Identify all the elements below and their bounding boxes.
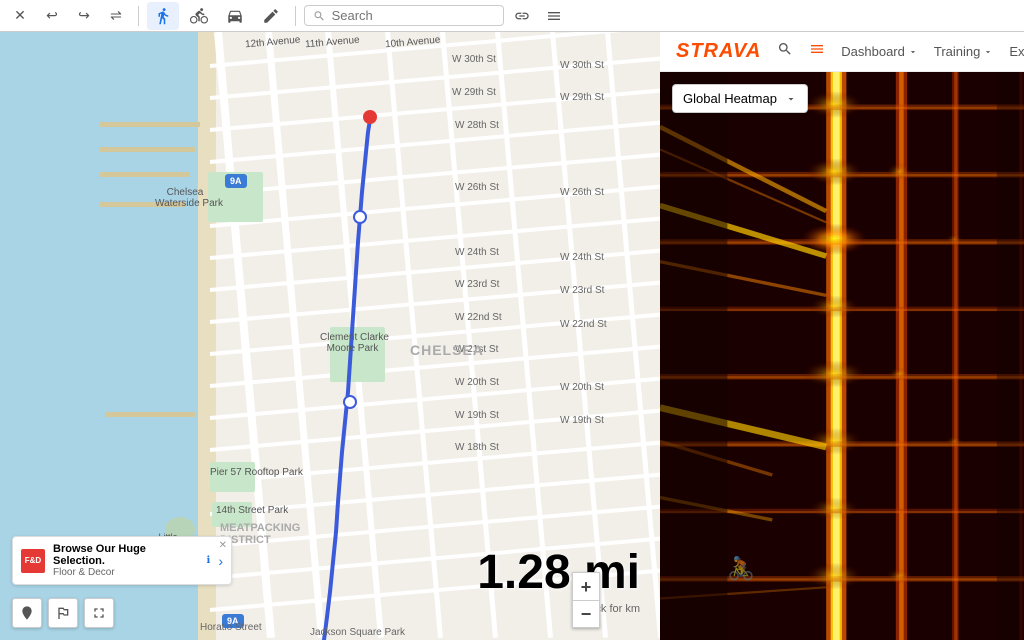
strava-heatmap[interactable]: 🚴 Global Heatmap + − <box>660 72 1024 640</box>
terrain-button[interactable] <box>48 598 78 628</box>
strava-dashboard-link[interactable]: Dashboard <box>841 44 918 59</box>
strava-menu-icon[interactable] <box>809 41 825 62</box>
strava-explore-link[interactable]: Explo... <box>1009 44 1024 59</box>
street-view-button[interactable] <box>12 598 42 628</box>
heatmap-dropdown[interactable]: Global Heatmap <box>672 84 808 113</box>
swap-button[interactable]: ⇌ <box>102 2 130 30</box>
ad-text: Browse Our Huge Selection. Floor & Decor <box>53 543 199 578</box>
ad-info-icon[interactable]: ℹ <box>207 555 211 566</box>
ad-banner: ✕ F&D Browse Our Huge Selection. Floor &… <box>12 536 232 585</box>
ad-arrow[interactable]: › <box>218 553 223 569</box>
draw-mode-button[interactable] <box>255 2 287 30</box>
search-icon <box>313 9 326 23</box>
heatmap-title: Global Heatmap <box>683 91 777 106</box>
ad-close-button[interactable]: ✕ <box>219 540 227 551</box>
walk-mode-button[interactable] <box>147 2 179 30</box>
strava-search-icon[interactable] <box>777 41 793 62</box>
link-button[interactable] <box>508 2 536 30</box>
main-content: W 30th St W 29th St W 28th St W 26th St … <box>0 32 1024 640</box>
strava-panel: STRAVA Dashboard Training Explo... <box>660 32 1024 640</box>
fullscreen-button[interactable] <box>84 598 114 628</box>
car-mode-button[interactable] <box>219 2 251 30</box>
menu-button[interactable] <box>540 2 568 30</box>
map-zoom-out-button[interactable]: − <box>572 600 600 628</box>
map-bottom-controls <box>12 598 114 628</box>
highway-shield-9a-2: 9A <box>222 614 244 628</box>
highway-shield-9a-1: 9A <box>225 174 247 188</box>
map-panel[interactable]: W 30th St W 29th St W 28th St W 26th St … <box>0 32 660 640</box>
heatmap-visualization: 🚴 <box>660 72 1024 640</box>
heatmap-chevron-icon <box>785 93 797 105</box>
map-zoom-controls: + − <box>572 572 600 628</box>
close-button[interactable]: ✕ <box>6 2 34 30</box>
distance-display: 1.28 mi <box>477 545 640 600</box>
ad-subtitle: Floor & Decor <box>53 567 199 578</box>
redo-button[interactable]: ↪ <box>70 2 98 30</box>
ad-logo: F&D <box>21 549 45 573</box>
strava-logo: STRAVA <box>676 40 761 63</box>
divider-2 <box>295 6 296 26</box>
search-input[interactable] <box>332 8 495 23</box>
search-bar[interactable] <box>304 5 504 26</box>
toolbar: ✕ ↩ ↪ ⇌ <box>0 0 1024 32</box>
ad-title: Browse Our Huge Selection. <box>53 543 199 567</box>
divider-1 <box>138 6 139 26</box>
svg-text:🚴: 🚴 <box>727 555 755 581</box>
undo-button[interactable]: ↩ <box>38 2 66 30</box>
strava-header: STRAVA Dashboard Training Explo... <box>660 32 1024 72</box>
strava-training-link[interactable]: Training <box>934 44 993 59</box>
bike-mode-button[interactable] <box>183 2 215 30</box>
map-zoom-in-button[interactable]: + <box>572 572 600 600</box>
